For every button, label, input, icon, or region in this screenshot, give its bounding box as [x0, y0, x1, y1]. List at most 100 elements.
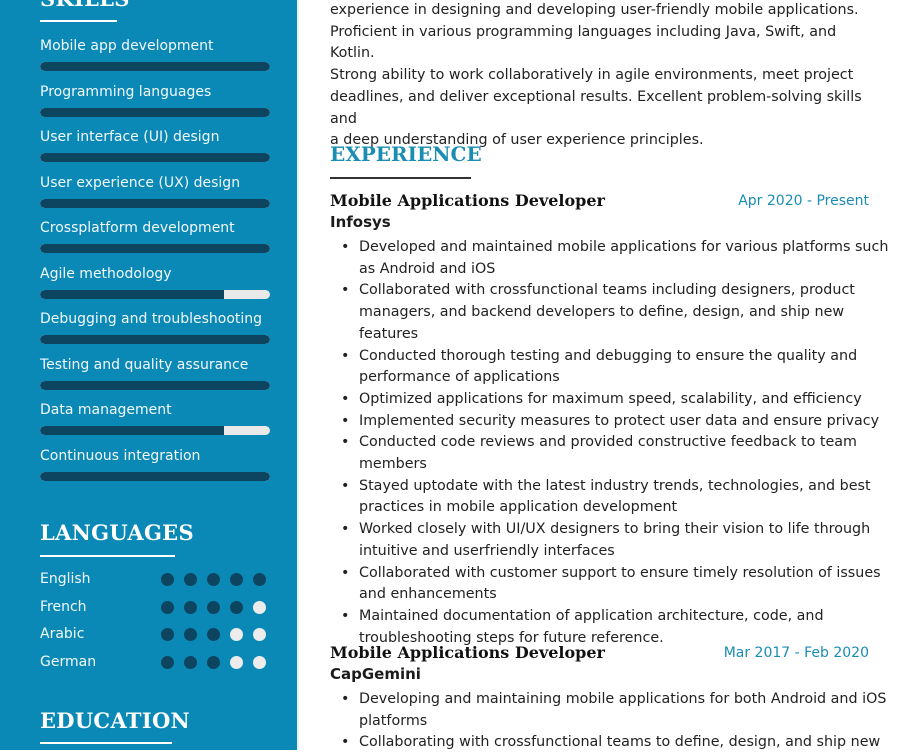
- languages-heading-rule: [40, 555, 175, 557]
- job-bullet: Developing and maintaining mobile applic…: [341, 689, 901, 732]
- level-dot-filled: [207, 600, 220, 614]
- sidebar-edge: [297, 0, 299, 750]
- level-dot-filled: [184, 628, 197, 641]
- skill-item: Mobile app development: [40, 37, 270, 71]
- level-dot-filled: [230, 600, 243, 614]
- skill-level-fill: [40, 335, 270, 344]
- level-dot-filled: [253, 573, 266, 586]
- job-bullet: Worked closely with UI/UX designers to b…: [341, 519, 901, 562]
- job-title: Mobile Applications Developer: [330, 191, 605, 210]
- level-dot-filled: [161, 573, 174, 586]
- skills-heading-rule: [40, 20, 117, 22]
- skill-label: Programming languages: [40, 83, 212, 100]
- level-dot-filled: [184, 573, 197, 586]
- level-dot-filled: [230, 573, 243, 586]
- skill-label: Continuous integration: [40, 447, 201, 464]
- skill-level-bar: [40, 153, 270, 162]
- job-bullet: Collaborated with crossfunctional teams …: [341, 280, 901, 345]
- experience-heading-rule: [330, 177, 471, 179]
- skill-label: Crossplatform development: [40, 220, 235, 236]
- level-dot-filled: [184, 600, 197, 614]
- skill-item: Continuous integration: [40, 447, 270, 481]
- job-bullet: Collaborating with crossfunctional teams…: [341, 732, 901, 754]
- skill-item: Data management: [40, 401, 270, 435]
- skill-label: Data management: [40, 402, 172, 418]
- language-item: German: [40, 652, 270, 672]
- skill-item: Crossplatform development: [40, 219, 270, 253]
- language-item: Arabic: [40, 624, 270, 644]
- skill-level-bar: [40, 471, 270, 481]
- level-dot-filled: [161, 600, 174, 614]
- language-name: English: [40, 571, 91, 587]
- education-heading: EDUCATION: [40, 708, 191, 733]
- skill-level-bar: [40, 198, 270, 208]
- job-bullets: Developed and maintained mobile applicat…: [330, 237, 901, 649]
- skill-level-fill: [40, 107, 270, 117]
- skill-level-fill: [40, 426, 224, 435]
- skill-level-fill: [40, 380, 270, 390]
- skill-label: User interface (UI) design: [40, 129, 220, 145]
- summary-line: experience in designing and developing u…: [330, 2, 859, 18]
- professional-summary: experience in designing and developing u…: [330, 0, 875, 152]
- language-name: French: [40, 598, 87, 615]
- skill-level-bar: [40, 107, 270, 117]
- education-heading-rule: [40, 742, 172, 744]
- job-bullets: Developing and maintaining mobile applic…: [330, 689, 901, 754]
- skill-label: Testing and quality assurance: [40, 356, 249, 373]
- job-bullet: Developed and maintained mobile applicat…: [341, 237, 901, 280]
- skill-item: User interface (UI) design: [40, 128, 270, 162]
- skill-level-bar: [40, 426, 270, 435]
- skill-item: User experience (UX) design: [40, 174, 270, 208]
- level-dot-filled: [161, 628, 174, 641]
- languages-heading: LANGUAGES: [40, 520, 194, 545]
- skill-level-bar: [40, 244, 270, 253]
- skill-level-bar: [40, 62, 270, 71]
- level-dot-filled: [161, 655, 174, 669]
- skill-level-fill: [40, 289, 224, 299]
- skill-level-bar: [40, 335, 270, 344]
- skill-level-bar: [40, 380, 270, 390]
- skill-item: Testing and quality assurance: [40, 356, 270, 390]
- job-bullet: Stayed uptodate with the latest industry…: [341, 476, 901, 519]
- skill-item: Debugging and troubleshooting: [40, 310, 270, 344]
- job-company: CapGemini: [330, 665, 421, 683]
- skill-item: Agile methodology: [40, 265, 270, 299]
- skill-level-bar: [40, 289, 270, 299]
- summary-line: deadlines, and deliver exceptional resul…: [330, 88, 862, 127]
- skill-level-fill: [40, 62, 270, 71]
- job-dates: Mar 2017 - Feb 2020: [723, 645, 869, 661]
- job-bullet: Conducted thorough testing and debugging…: [341, 346, 901, 389]
- skill-item: Programming languages: [40, 83, 270, 117]
- skill-label: Mobile app development: [40, 38, 214, 54]
- skills-heading: SKILLS: [40, 0, 130, 11]
- summary-line: Strong ability to work collaboratively i…: [330, 67, 854, 84]
- job-dates: Apr 2020 - Present: [738, 193, 869, 209]
- language-item: French: [40, 597, 270, 617]
- skill-label: Agile methodology: [40, 265, 172, 282]
- skill-level-fill: [40, 153, 270, 162]
- job-bullet: Conducted code reviews and provided cons…: [341, 432, 901, 475]
- job-title: Mobile Applications Developer: [330, 643, 605, 662]
- sidebar: SKILLS Mobile app development Programming…: [0, 0, 297, 750]
- experience-heading: EXPERIENCE: [330, 142, 482, 166]
- language-name: Arabic: [40, 626, 85, 642]
- level-dot-filled: [207, 628, 220, 641]
- language-name: German: [40, 653, 97, 670]
- level-dot-empty: [230, 628, 243, 641]
- skill-label: User experience (UX) design: [40, 174, 241, 191]
- job-bullet: Implemented security measures to protect…: [341, 411, 901, 433]
- job-bullet: Optimized applications for maximum speed…: [341, 389, 901, 411]
- level-dot-empty: [253, 600, 266, 614]
- level-dot-filled: [207, 573, 220, 586]
- level-dot-empty: [253, 655, 266, 669]
- level-dot-empty: [253, 628, 266, 641]
- skill-level-fill: [40, 244, 270, 253]
- summary-line: Proficient in various programming langua…: [330, 23, 837, 62]
- level-dot-empty: [230, 655, 243, 669]
- skill-label: Debugging and troubleshooting: [40, 311, 263, 327]
- level-dot-filled: [184, 655, 197, 669]
- level-dot-filled: [207, 655, 220, 669]
- skill-level-fill: [40, 471, 270, 481]
- skill-level-fill: [40, 198, 270, 208]
- language-item: English: [40, 569, 270, 589]
